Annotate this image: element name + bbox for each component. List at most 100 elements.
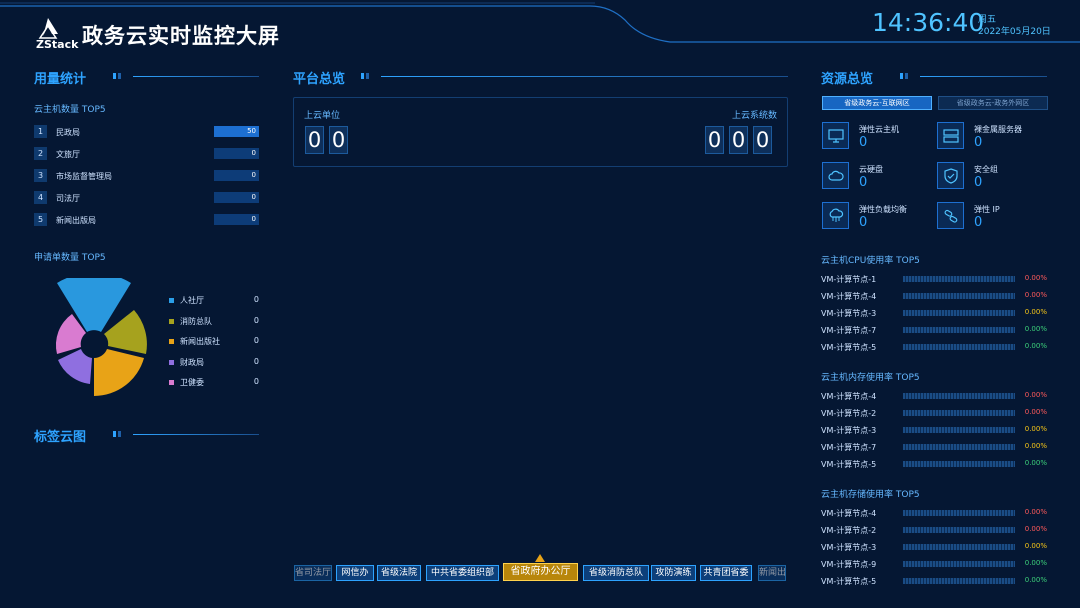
legend-value: 0 [253, 295, 259, 304]
legend-swatch [169, 339, 174, 344]
server-icon [937, 122, 964, 149]
rank-number: 1 [34, 125, 47, 138]
usage-node-name: VM-计算节点-5 [821, 577, 877, 586]
rank-value: 0 [251, 171, 256, 179]
usage-row: VM-计算节点-5 0.00% [821, 341, 1047, 353]
rose-slice-xinwen [94, 349, 144, 396]
rank-name: 新闻出版局 [56, 216, 96, 225]
rank-bar: 50 [214, 126, 259, 137]
resource-tab[interactable]: 省级政务云-政务外网区 [938, 96, 1048, 110]
rank-bar: 0 [214, 214, 259, 225]
usage-bar-track [903, 410, 1015, 416]
usage-bar-track [903, 461, 1015, 467]
mem-top5-title: 云主机内存使用率 TOP5 [821, 373, 920, 383]
legend-value: 0 [253, 315, 259, 325]
shield-icon [937, 162, 964, 189]
rank-number: 5 [34, 213, 47, 226]
usage-bar-track [903, 393, 1015, 399]
systems-label: 上云系统数 [732, 111, 778, 121]
tag-chip[interactable]: 中共省委组织部 [426, 565, 499, 581]
legend-value: 0 [253, 356, 259, 366]
resource-value: 0 [974, 215, 983, 230]
usage-value: 0.00% [1024, 391, 1047, 399]
monitor-icon [822, 122, 849, 149]
usage-value: 0.00% [1024, 291, 1047, 299]
resource-name: 弹性负载均衡 [859, 205, 907, 214]
usage-bar-track [903, 344, 1015, 350]
section-deco [900, 73, 908, 79]
section-divider [920, 76, 1047, 77]
usage-node-name: VM-计算节点-9 [821, 560, 877, 569]
rank-row: 5 新闻出版局 0 [34, 213, 259, 227]
usage-value: 0.00% [1024, 508, 1047, 516]
resource-name: 安全组 [974, 165, 998, 174]
rose-slice-xiaofang [104, 310, 147, 354]
usage-bar-track [903, 310, 1015, 316]
usage-bar-track [903, 561, 1015, 567]
counter-digit: 0 [305, 126, 324, 154]
legend-item: 消防总队 0 [169, 316, 259, 328]
usage-bar-track [903, 293, 1015, 299]
tag-cloud-title: 标签云图 [34, 430, 87, 445]
resource-name: 裸金属服务器 [974, 125, 1022, 134]
usage-bar-track [903, 510, 1015, 516]
cloud-network-icon [822, 202, 849, 229]
usage-row: VM-计算节点-4 0.00% [821, 290, 1047, 302]
tag-chip[interactable]: 省司法厅 [294, 565, 332, 581]
usage-value: 0.00% [1024, 576, 1047, 584]
tag-chip[interactable]: 省政府办公厅 [503, 563, 578, 581]
section-deco [113, 431, 121, 437]
rank-row: 2 文旅厅 0 [34, 147, 259, 161]
usage-node-name: VM-计算节点-5 [821, 343, 877, 352]
usage-node-name: VM-计算节点-2 [821, 409, 877, 418]
tag-chip[interactable]: 共青团省委 [700, 565, 752, 581]
usage-bar-track [903, 544, 1015, 550]
usage-value: 0.00% [1024, 325, 1047, 333]
usage-node-name: VM-计算节点-4 [821, 392, 877, 401]
resource-name: 弹性云主机 [859, 125, 899, 134]
link-icon [937, 202, 964, 229]
legend-name: 消防总队 [180, 316, 212, 326]
tag-chip[interactable]: 攻防演练 [651, 565, 696, 581]
counter-digit: 0 [729, 126, 748, 154]
usage-value: 0.00% [1024, 408, 1047, 416]
resource-tab[interactable]: 省级政务云-互联网区 [822, 96, 932, 110]
usage-row: VM-计算节点-4 0.00% [821, 390, 1047, 402]
legend-swatch [169, 318, 174, 324]
rank-number: 2 [34, 147, 47, 160]
rank-value: 0 [251, 215, 256, 223]
usage-row: VM-计算节点-7 0.00% [821, 324, 1047, 336]
usage-value: 0.00% [1024, 442, 1047, 450]
tag-chip[interactable]: 新闻出版 [758, 565, 786, 581]
section-deco [361, 73, 369, 79]
usage-node-name: VM-计算节点-1 [821, 275, 877, 284]
usage-bar-track [903, 276, 1015, 282]
usage-bar-track [903, 444, 1015, 450]
usage-node-name: VM-计算节点-3 [821, 309, 877, 318]
resource-value: 0 [859, 135, 868, 150]
rank-name: 文旅厅 [56, 150, 80, 159]
tag-chip[interactable]: 网信办 [336, 565, 374, 581]
usage-row: VM-计算节点-3 0.00% [821, 307, 1047, 319]
counter-digit: 0 [329, 126, 348, 154]
resources-section-title: 资源总览 [821, 72, 874, 87]
usage-node-name: VM-计算节点-2 [821, 526, 877, 535]
rank-row: 1 民政局 50 [34, 125, 259, 139]
rank-row: 4 司法厅 0 [34, 191, 259, 205]
tag-chip[interactable]: 省级法院 [377, 565, 421, 581]
cpu-top5-title: 云主机CPU使用率 TOP5 [821, 256, 920, 266]
resource-value: 0 [974, 175, 983, 190]
apply-top5-title: 申请单数量 TOP5 [34, 253, 106, 263]
usage-value: 0.00% [1024, 525, 1047, 533]
carousel-pointer-icon [535, 554, 545, 562]
usage-node-name: VM-计算节点-3 [821, 426, 877, 435]
usage-row: VM-计算节点-7 0.00% [821, 441, 1047, 453]
legend-item: 财政局 0 [169, 357, 259, 369]
usage-row: VM-计算节点-5 0.00% [821, 458, 1047, 470]
section-divider [133, 76, 259, 77]
counter-digit: 0 [705, 126, 724, 154]
tag-chip[interactable]: 省级消防总队 [583, 565, 649, 581]
rank-bar: 0 [214, 192, 259, 203]
legend-item: 新闻出版社 0 [169, 336, 259, 348]
usage-node-name: VM-计算节点-4 [821, 292, 877, 301]
